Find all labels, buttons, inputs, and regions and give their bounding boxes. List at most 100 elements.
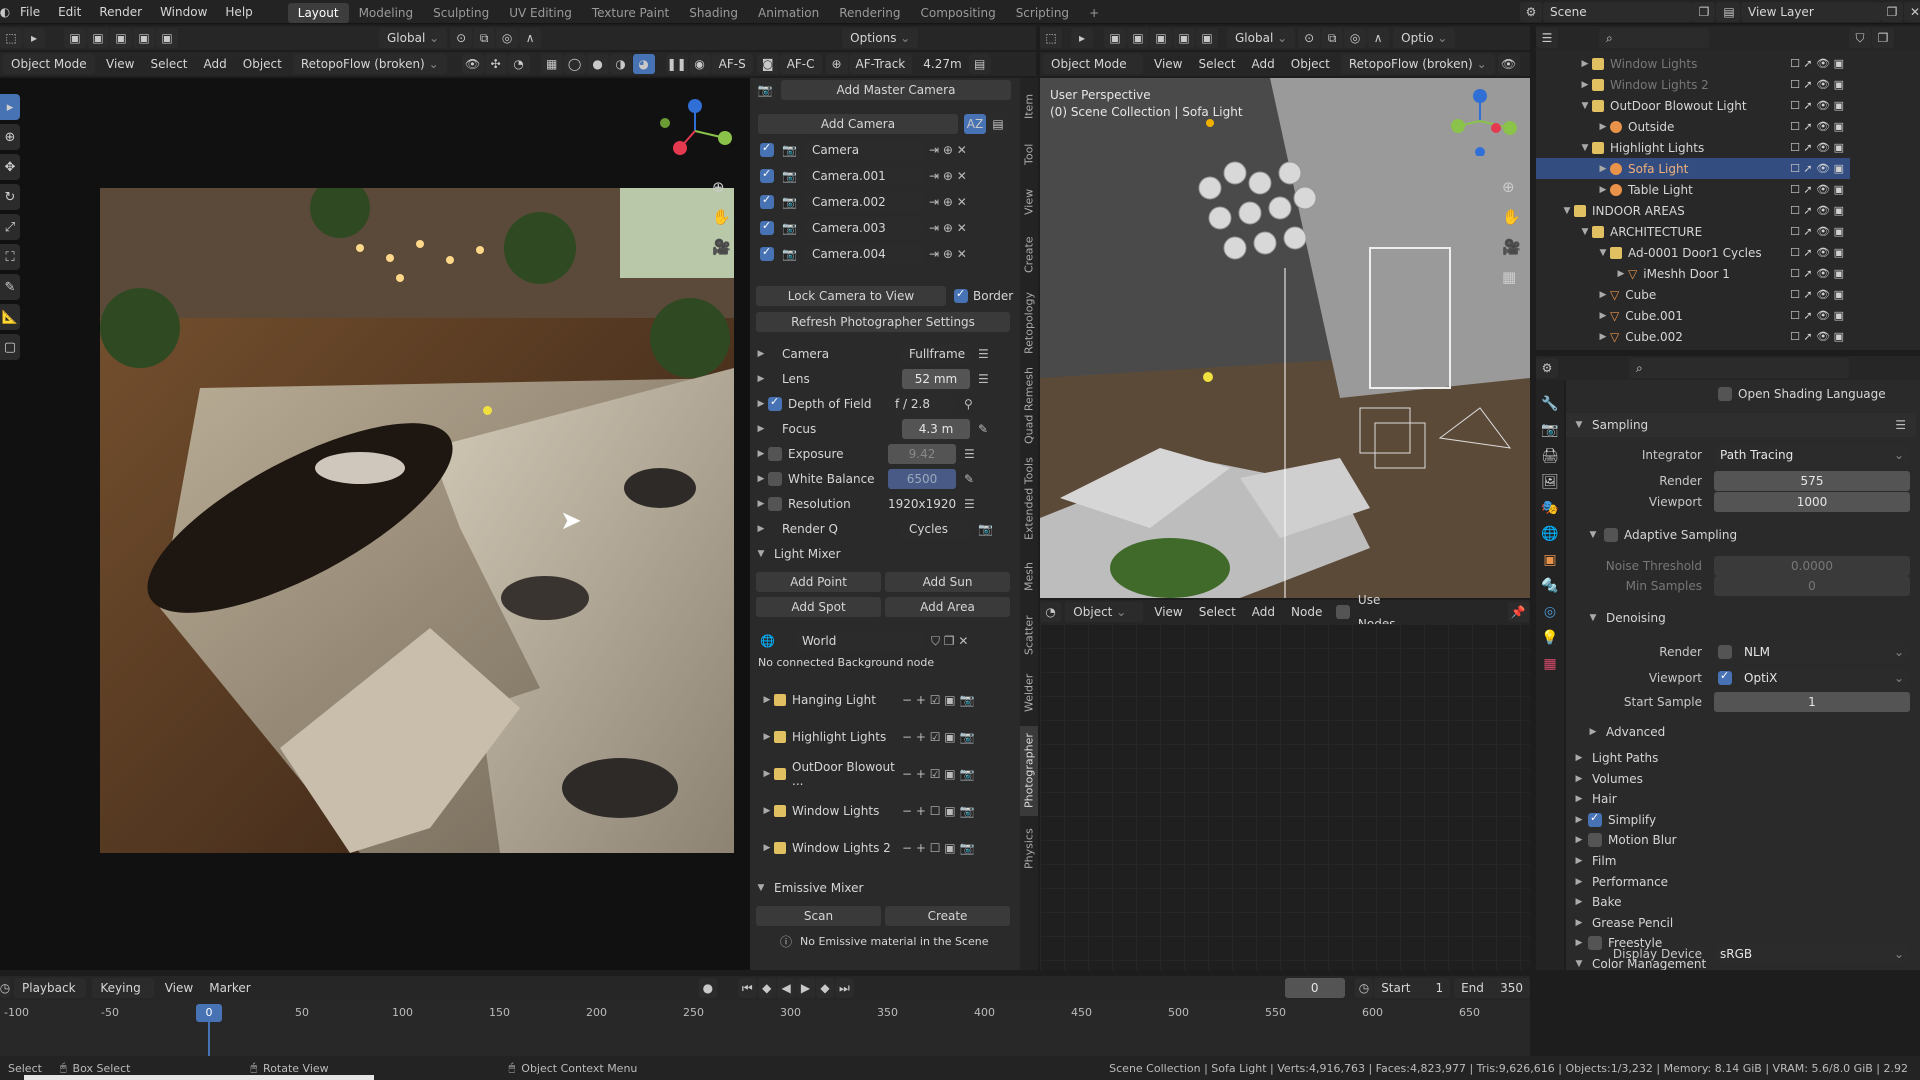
light-mixer-header[interactable]: Light Mixer (774, 547, 841, 561)
restriction-toggle-icons[interactable]: ☐ ➚ 👁 ▣ (1790, 204, 1844, 217)
pause-render-icon[interactable]: ❚❚ (665, 54, 688, 74)
adaptive-sampling-label[interactable]: Adaptive Sampling (1624, 528, 1737, 542)
start-sample-field[interactable]: 1 (1714, 692, 1910, 712)
measure-tool-icon[interactable]: 📐 (0, 304, 20, 330)
tab-tool[interactable]: Tool (1020, 134, 1038, 174)
expand-icon[interactable]: ▶ (1572, 753, 1586, 763)
expand-icon[interactable]: ▶ (1572, 774, 1586, 784)
use-nodes-checkbox[interactable] (1336, 605, 1350, 619)
scan-button[interactable]: Scan (756, 906, 881, 926)
restriction-toggle-icons[interactable]: ☐ ➚ 👁 ▣ (1790, 57, 1844, 70)
refresh-photographer-button[interactable]: Refresh Photographer Settings (756, 312, 1010, 332)
light-group-actions-icon[interactable]: − + ☑ ▣ 📷 (902, 693, 974, 707)
list-icon[interactable]: ☰ (978, 347, 989, 361)
expand-icon[interactable]: ▶ (1578, 80, 1592, 90)
outliner-row[interactable]: ▶ ▽ Cube.001 ☐ ➚ 👁 ▣ (1536, 305, 1850, 326)
expand-icon[interactable]: ▶ (760, 732, 774, 742)
expand-icon[interactable]: ▶ (1572, 877, 1586, 887)
section-checkbox[interactable] (1588, 833, 1602, 848)
expand-icon[interactable]: ▶ (1572, 918, 1586, 928)
tool-tab-icon[interactable]: 🔧 (1541, 396, 1558, 412)
tab-rendering[interactable]: Rendering (829, 3, 910, 23)
play-reverse-icon[interactable]: ◀ (776, 978, 796, 998)
tab-uv-editing[interactable]: UV Editing (499, 3, 582, 23)
menu-add[interactable]: Add (1244, 600, 1283, 624)
menu-window[interactable]: Window (151, 0, 216, 24)
select-mode-extend-icon[interactable]: ▣ (1127, 28, 1149, 48)
transform-orientation-dropdown[interactable]: Global (379, 28, 448, 48)
playhead[interactable] (208, 1016, 210, 1056)
tab-modeling[interactable]: Modeling (349, 3, 424, 23)
camera-row[interactable]: 📷 Camera.004 ⇥ ⊕ ✕ (750, 242, 1016, 266)
expand-icon[interactable]: ▶ (1578, 59, 1592, 69)
tab-physics[interactable]: Physics (1020, 824, 1038, 874)
menu-add[interactable]: Add (1244, 52, 1283, 76)
menu-help[interactable]: Help (216, 0, 261, 24)
render-q-setting-row[interactable]: ▶ Render Q Cycles 📷 (750, 517, 1016, 541)
light-gizmo[interactable] (483, 406, 492, 415)
jump-end-icon[interactable]: ⏭ (835, 978, 854, 998)
tab-welder[interactable]: Welder (1020, 668, 1038, 718)
scale-tool-icon[interactable]: ⤢ (0, 214, 20, 240)
expand-icon[interactable]: ▶ (760, 769, 774, 779)
shading-solid-icon[interactable]: ● (586, 54, 609, 74)
add-master-camera-button[interactable]: Add Master Camera (781, 80, 1011, 100)
view-layer-field[interactable]: View Layer (1741, 2, 1881, 22)
render-tab-icon[interactable]: 📷 (1541, 422, 1558, 438)
select-mode-extend-icon[interactable]: ▣ (87, 28, 109, 48)
pan-hand-icon[interactable]: ✋ (712, 208, 731, 226)
menu-object[interactable]: Object (235, 52, 290, 76)
adaptive-sampling-checkbox[interactable] (1604, 528, 1618, 542)
restriction-toggle-icons[interactable]: ☐ ➚ 👁 ▣ (1790, 99, 1844, 112)
outliner-row[interactable]: ▼ OutDoor Blowout Light ☐ ➚ 👁 ▣ (1536, 95, 1850, 116)
expand-icon[interactable]: ▶ (760, 695, 774, 705)
expand-icon[interactable]: ▶ (1586, 727, 1600, 737)
af-s-button[interactable]: AF-S (711, 54, 753, 74)
collapse-icon[interactable]: ▼ (1572, 420, 1586, 430)
osl-checkbox[interactable] (1718, 387, 1732, 401)
restriction-toggle-icons[interactable]: ☐ ➚ 👁 ▣ (1790, 78, 1844, 91)
setting-value[interactable]: 6500 (888, 469, 956, 489)
node-editor-canvas[interactable] (1040, 624, 1530, 970)
axis-gizmo[interactable] (655, 96, 735, 166)
outliner-row[interactable]: ▼ Ad-0001 Door1 Cycles ☐ ➚ 👁 ▣ (1536, 242, 1850, 263)
outliner-search-input[interactable]: ⌕ (1599, 28, 1709, 48)
restriction-toggle-icons[interactable]: ☐ ➚ 👁 ▣ (1790, 267, 1844, 280)
camera-enabled-checkbox[interactable] (760, 193, 774, 209)
light-group-actions-icon[interactable]: − + ☑ ▣ 📷 (902, 767, 974, 781)
denoising-header[interactable]: Denoising (1606, 611, 1666, 625)
expand-icon[interactable]: ▼ (1578, 227, 1592, 237)
tab-scatter[interactable]: Scatter (1020, 610, 1038, 660)
move-tool-icon[interactable]: ✥ (0, 154, 20, 180)
light-group-row[interactable]: ▶ Window Lights − + ☐ ▣ 📷 (750, 799, 1016, 823)
expand-icon[interactable]: ▶ (1572, 815, 1586, 825)
expand-icon[interactable]: ▼ (1596, 248, 1610, 258)
menu-view[interactable]: View (1146, 52, 1190, 76)
white-balance-checkbox[interactable] (768, 472, 782, 486)
tab-compositing[interactable]: Compositing (910, 3, 1005, 23)
menu-node[interactable]: Node (1283, 600, 1330, 624)
expand-icon[interactable]: ▶ (754, 449, 768, 459)
keying-dropdown[interactable]: Keying (92, 978, 154, 998)
tab-create[interactable]: Create (1020, 230, 1038, 280)
light-group-row[interactable]: ▶ Highlight Lights − + ☑ ▣ 📷 (750, 725, 1016, 749)
world-field[interactable]: World (794, 631, 925, 651)
select-mode-subtract-icon[interactable]: ▣ (110, 28, 132, 48)
visibility-icon[interactable]: 👁 (1497, 54, 1520, 74)
collapse-icon[interactable]: ▼ (1586, 530, 1600, 540)
xray-icon[interactable]: ▦ (540, 54, 563, 74)
restriction-toggle-icons[interactable]: ☐ ➚ 👁 ▣ (1790, 225, 1844, 238)
outliner-row[interactable]: ▶ Table Light ☐ ➚ 👁 ▣ (1536, 179, 1850, 200)
noise-threshold-field[interactable]: 0.0000 (1714, 556, 1910, 576)
sampling-header[interactable]: Sampling (1592, 418, 1648, 432)
current-frame-field[interactable]: 0 (1284, 978, 1345, 998)
expand-icon[interactable]: ▶ (1596, 332, 1610, 342)
ortho-toggle-icon[interactable]: ▦ (1502, 268, 1521, 286)
viewport-samples-field[interactable]: 1000 (1714, 492, 1910, 512)
select-tool-icon[interactable]: ▸ (23, 28, 45, 48)
camera-name[interactable]: Camera (804, 140, 923, 160)
focus-picker-icon[interactable]: ⊕ (825, 54, 848, 74)
lens-setting-row[interactable]: ▶ Lens 52 mm ☰ (750, 367, 1016, 391)
tab-photographer[interactable]: Photographer (1020, 726, 1038, 816)
tab-item[interactable]: Item (1020, 86, 1038, 126)
